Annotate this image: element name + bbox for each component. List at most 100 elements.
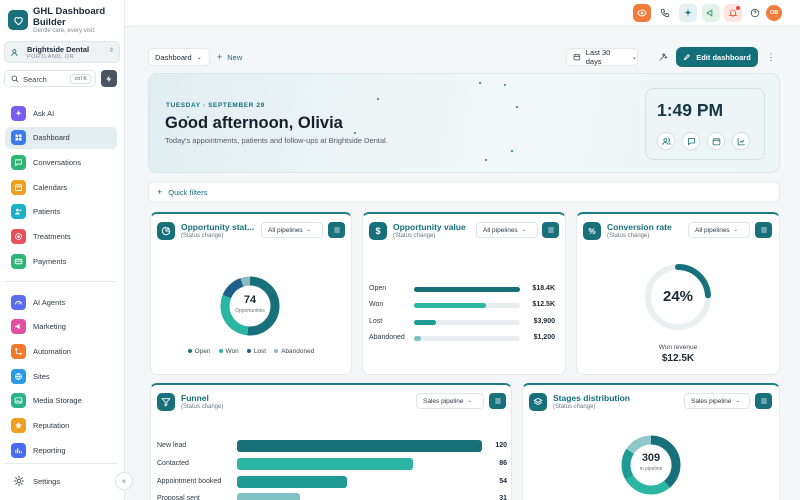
value-row-amount: $3,900	[533, 317, 555, 325]
value-bar	[414, 319, 437, 325]
avatar[interactable]: OB	[766, 5, 782, 21]
card-subtitle: (Status change)	[553, 404, 596, 410]
calendar-icon	[712, 137, 720, 145]
eye-icon	[637, 9, 647, 17]
funnel-stage-label: Appointment booked	[157, 477, 222, 485]
sidebar-item-treatments[interactable]: Treatments	[5, 226, 117, 248]
sidebar-item-dashboard[interactable]: Dashboard	[5, 126, 117, 149]
sparkle-icon	[684, 9, 692, 16]
sidebar: GHL Dashboard Builder Gentle care, every…	[0, 0, 125, 500]
filter-button[interactable]	[489, 393, 506, 409]
megaphone-button[interactable]	[702, 4, 720, 22]
card-subtitle: (Status change)	[607, 233, 650, 239]
sidebar-item-label: Marketing	[33, 322, 66, 332]
chart-icon	[11, 442, 26, 458]
pipeline-select[interactable]: Sales pipeline ⌄	[416, 393, 484, 409]
filter-button[interactable]	[328, 222, 345, 238]
plus-icon: +	[217, 52, 223, 62]
pencil-icon	[683, 54, 691, 61]
sparkle-button[interactable]	[679, 4, 697, 22]
sidebar-item-label: Reputation	[33, 421, 70, 430]
legend-swatch	[218, 349, 223, 354]
won-revenue-label: Won revenue	[658, 344, 698, 351]
value-bar	[414, 303, 486, 309]
value-row: Won $12.5K	[369, 301, 555, 311]
value-row: Lost $3,900	[369, 318, 555, 328]
sidebar-item-ask-ai[interactable]: Ask AI	[5, 102, 117, 124]
pipeline-select[interactable]: Sales pipeline ⌄	[684, 393, 750, 409]
search-input[interactable]	[23, 74, 71, 84]
sidebar-item-settings[interactable]: Settings	[5, 470, 117, 492]
clock-reports-button[interactable]	[732, 132, 750, 150]
funnel-stage-label: Proposal sent	[157, 495, 200, 500]
quick-action-button[interactable]	[101, 70, 117, 87]
chevron-down-icon: ⌄	[735, 398, 740, 404]
sidebar-item-automation[interactable]: Automation	[5, 340, 117, 362]
edit-dashboard-button[interactable]: Edit dashboard	[676, 47, 758, 67]
value-row-label: Won	[369, 301, 384, 309]
status-total: 74	[243, 294, 257, 306]
clock-widget: 1:49 PM	[645, 88, 765, 160]
value-bar-track	[414, 287, 520, 292]
pipeline-select[interactable]: All pipelines ⌄	[688, 222, 750, 238]
quick-filters-button[interactable]: + Quick filters	[148, 181, 780, 203]
filter-button[interactable]	[542, 222, 559, 238]
sidebar-item-marketing[interactable]: Marketing	[5, 316, 117, 338]
help-button[interactable]	[746, 4, 764, 22]
workflow-icon	[11, 343, 26, 359]
calendar-icon	[573, 54, 581, 61]
line-chart-icon	[737, 137, 745, 145]
clock-messages-button[interactable]	[682, 132, 700, 150]
more-options-button[interactable]: ⋮	[764, 48, 778, 66]
filter-button[interactable]	[755, 222, 772, 238]
nav-divider	[5, 463, 117, 464]
conversion-rate-value: 24%	[662, 288, 694, 305]
sidebar-item-label: Payments	[33, 256, 67, 266]
value-row-amount: $1,200	[533, 333, 555, 341]
new-dashboard-button[interactable]: + New	[213, 48, 251, 66]
sidebar-item-reputation[interactable]: Reputation	[5, 415, 117, 437]
dashboard-select[interactable]: Dashboard ⌄	[148, 48, 210, 66]
clock-patients-button[interactable]	[657, 132, 675, 150]
sidebar-item-label: Media Storage	[33, 396, 82, 406]
sidebar-item-sites[interactable]: Sites	[5, 365, 117, 387]
sidebar-item-reporting[interactable]: Reporting	[5, 439, 117, 461]
pipeline-select-label: All pipelines	[268, 226, 303, 234]
bolt-icon	[106, 75, 112, 82]
sidebar-item-ai-agents[interactable]: AI Agents	[5, 291, 117, 313]
new-label: New	[227, 52, 243, 62]
value-row-label: Abandoned	[369, 333, 405, 341]
notifications-button[interactable]	[724, 4, 742, 22]
kebab-icon: ⋮	[766, 51, 776, 62]
filter-button[interactable]	[755, 393, 772, 409]
clock-calendar-button[interactable]	[707, 132, 725, 150]
sidebar-item-payments[interactable]: Payments	[5, 250, 117, 272]
brand-title: GHL Dashboard Builder	[33, 6, 106, 28]
chevron-down-icon: ⌄	[306, 227, 311, 233]
sliders-icon	[333, 227, 340, 233]
pipeline-select[interactable]: All pipelines ⌄	[261, 222, 323, 238]
status-donut-chart	[220, 276, 280, 336]
date-range-select[interactable]: Last 30 days ⌄	[566, 48, 638, 66]
legend-item: Lost	[246, 348, 266, 355]
sidebar-item-media-storage[interactable]: Media Storage	[5, 390, 117, 412]
pipeline-select[interactable]: All pipelines ⌄	[476, 222, 538, 238]
funnel-stage-count: 31	[499, 495, 507, 500]
eye-button[interactable]	[633, 4, 651, 22]
location-switcher[interactable]: Brightside Dental PORTLAND, OR ⇕	[4, 41, 120, 63]
sidebar-item-patients[interactable]: Patients	[5, 201, 117, 223]
funnel-row: Proposal sent 31	[157, 493, 507, 500]
sidebar-item-label: Conversations	[33, 157, 81, 167]
users-icon	[11, 204, 26, 220]
value-bar-track	[414, 335, 520, 341]
globe-icon	[11, 368, 26, 384]
sidebar-item-calendars[interactable]: Calendars	[5, 176, 117, 198]
legend-label: Won	[225, 348, 239, 355]
phone-button[interactable]	[656, 4, 674, 22]
sidebar-item-conversations[interactable]: Conversations	[5, 151, 117, 173]
hero-subtitle: Today's appointments, patients and follo…	[165, 136, 388, 145]
edit-dashboard-label: Edit dashboard	[696, 52, 751, 62]
magic-wand-button[interactable]	[654, 48, 672, 66]
sidebar-item-label: Calendars	[33, 182, 68, 192]
collapse-sidebar-button[interactable]: «	[115, 472, 133, 490]
